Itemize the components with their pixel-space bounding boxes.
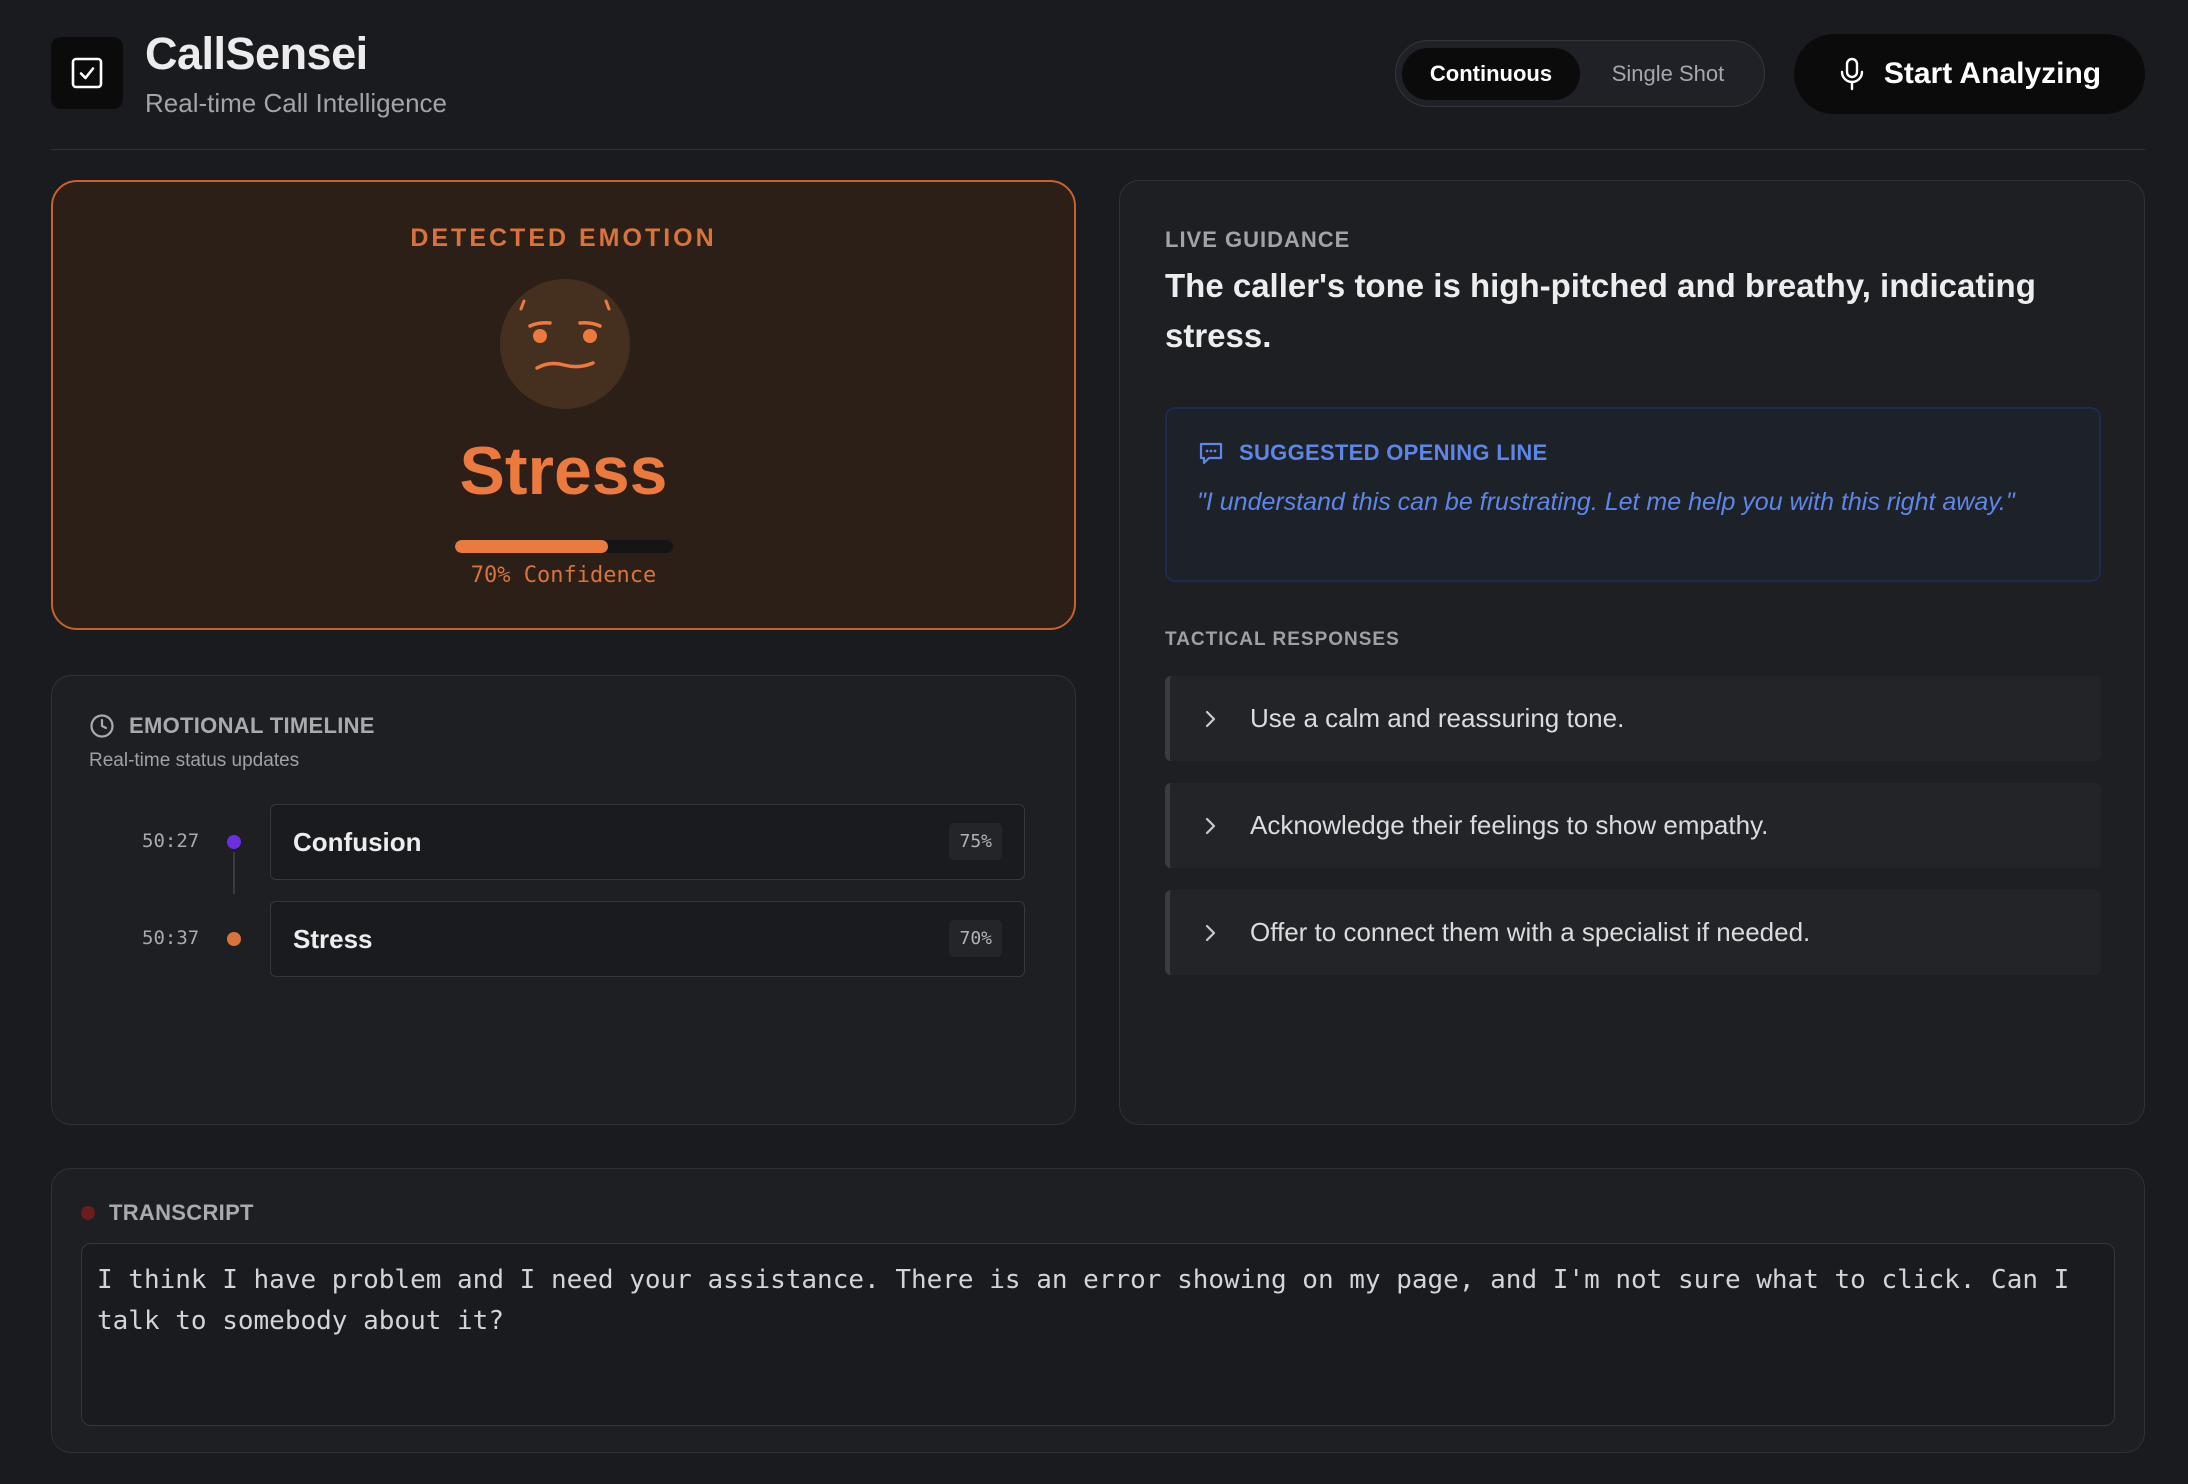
chevron-right-icon (1205, 817, 1216, 834)
mode-single-shot-button[interactable]: Single Shot (1580, 48, 1756, 100)
chevron-right-icon (1205, 710, 1216, 727)
timeline-entry-dot (227, 835, 241, 849)
transcript-header: TRANSCRIPT (81, 1200, 254, 1226)
chevron-right-icon (1205, 924, 1216, 941)
confidence-bar (455, 540, 673, 553)
suggested-opening-quote: "I understand this can be frustrating. L… (1197, 488, 2015, 516)
suggested-opening-title: SUGGESTED OPENING LINE (1239, 440, 1548, 465)
emotion-name: Stress (459, 433, 668, 509)
recording-indicator-dot (81, 1206, 95, 1220)
mode-toggle: Continuous Single Shot (1395, 40, 1765, 107)
timeline-header: EMOTIONAL TIMELINE (89, 713, 375, 739)
tactical-response-item[interactable]: Use a calm and reassuring tone. (1165, 676, 2101, 761)
app-subtitle: Real-time Call Intelligence (145, 88, 448, 118)
timeline-entry-time: 50:37 (142, 927, 200, 949)
suggested-opening-header: SUGGESTED OPENING LINE (1197, 439, 1548, 467)
detected-emotion-label: DETECTED EMOTION (410, 224, 717, 252)
transcript-title: TRANSCRIPT (109, 1200, 254, 1225)
live-guidance-label: LIVE GUIDANCE (1165, 227, 1351, 252)
transcript-card: TRANSCRIPT I think I have problem and I … (51, 1168, 2145, 1453)
chat-bubble-icon (1199, 442, 1223, 465)
start-analyzing-button[interactable]: Start Analyzing (1794, 34, 2145, 114)
tactical-response-text: Use a calm and reassuring tone. (1250, 703, 1625, 733)
timeline-subtitle: Real-time status updates (89, 750, 300, 771)
timeline-entry-percent: 75% (949, 823, 1002, 860)
stressed-face-icon (500, 279, 630, 409)
clock-icon (90, 714, 114, 738)
live-guidance-text: The caller's tone is high-pitched and br… (1165, 267, 2036, 354)
timeline-entry: 50:27 Confusion 75% (52, 804, 1077, 894)
tactical-response-text: Acknowledge their feelings to show empat… (1250, 810, 1769, 840)
checkbox-logo-icon (71, 57, 103, 89)
timeline-entry-percent: 70% (949, 920, 1002, 957)
timeline-entry-time: 50:27 (142, 830, 200, 852)
timeline-entry-box: Confusion 75% (270, 804, 1025, 880)
timeline-entry: 50:37 Stress 70% (52, 901, 1077, 977)
logo (51, 37, 123, 109)
timeline-entry-emotion: Confusion (293, 827, 422, 857)
emotional-timeline-card: EMOTIONAL TIMELINE Real-time status upda… (51, 675, 1076, 1125)
tactical-responses-label: TACTICAL RESPONSES (1165, 629, 1400, 650)
start-analyzing-label: Start Analyzing (1883, 57, 2102, 90)
app-title: CallSensei (145, 28, 368, 79)
mode-continuous-button[interactable]: Continuous (1402, 47, 1580, 100)
suggested-opening-box: SUGGESTED OPENING LINE "I understand thi… (1165, 407, 2101, 582)
microphone-icon (1840, 57, 1864, 91)
timeline-entry-box: Stress 70% (270, 901, 1025, 977)
timeline-entry-dot (227, 932, 241, 946)
tactical-response-text: Offer to connect them with a specialist … (1250, 917, 1811, 947)
timeline-title: EMOTIONAL TIMELINE (129, 713, 375, 738)
timeline-connector (233, 852, 235, 894)
transcript-text-area[interactable]: I think I have problem and I need your a… (81, 1243, 2115, 1426)
timeline-entry-emotion: Stress (293, 924, 373, 954)
tactical-response-item[interactable]: Acknowledge their feelings to show empat… (1165, 783, 2101, 868)
detected-emotion-card: DETECTED EMOTION Stress 70% Confidence (51, 180, 1076, 630)
confidence-bar-fill (455, 540, 608, 553)
app-header: CallSensei Real-time Call Intelligence C… (51, 0, 2145, 150)
tactical-response-item[interactable]: Offer to connect them with a specialist … (1165, 890, 2101, 975)
confidence-text: 70% Confidence (470, 563, 657, 588)
live-guidance-card: LIVE GUIDANCE The caller's tone is high-… (1119, 180, 2145, 1125)
